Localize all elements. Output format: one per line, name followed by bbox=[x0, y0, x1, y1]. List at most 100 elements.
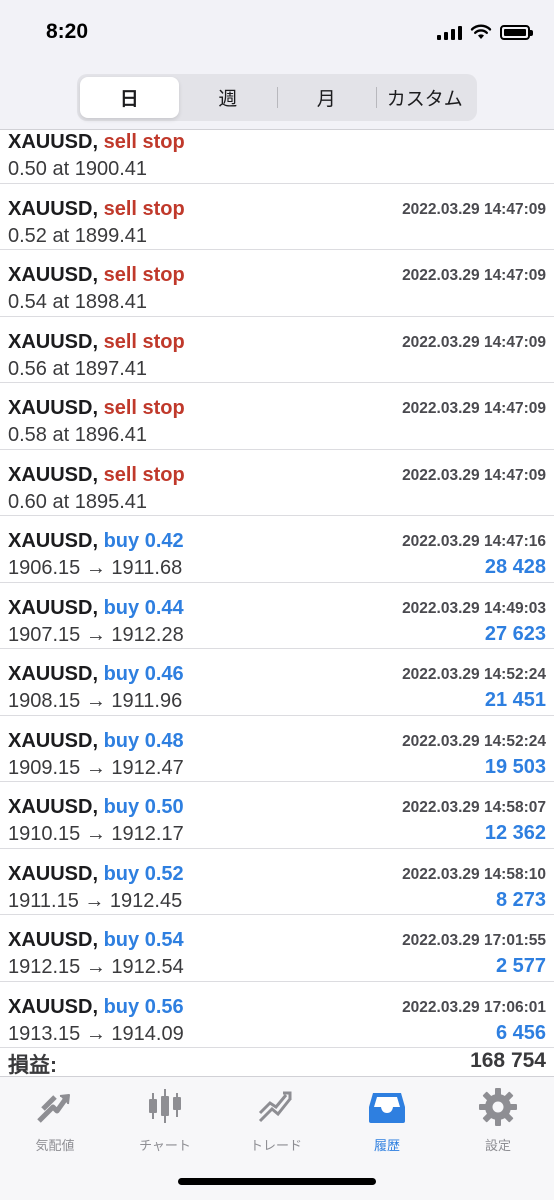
segment-custom[interactable]: カスタム bbox=[375, 77, 475, 118]
order-time: 2022.03.29 14:47:16 bbox=[402, 533, 546, 550]
order-type: sell stop bbox=[103, 330, 185, 353]
order-detail: 0.58 at 1896.41 bbox=[8, 424, 148, 446]
order-symbol: XAUUSD, bbox=[8, 463, 99, 486]
order-detail: 0.60 at 1895.41 bbox=[8, 490, 148, 513]
order-symbol: XAUUSD, bbox=[8, 397, 99, 419]
order-type: sell stop bbox=[103, 264, 185, 286]
history-icon bbox=[369, 1093, 405, 1123]
order-detail: 0.50 at 1900.41 bbox=[8, 158, 148, 180]
status-time: 8:20 bbox=[46, 20, 89, 43]
profit-summary-label: 損益: bbox=[8, 1054, 57, 1077]
order-title: XAUUSD, sell stop bbox=[8, 331, 185, 354]
order-profit: 21 451 bbox=[484, 689, 546, 711]
tab-quotes-label: 気配値 bbox=[35, 1138, 75, 1153]
order-time: 2022.03.29 14:47:09 bbox=[402, 466, 546, 484]
order-type: buy 0.46 bbox=[103, 663, 184, 685]
history-row[interactable]: XAUUSD, buy 0.46 2022.03.29 14:52:24 1908.… bbox=[0, 649, 554, 716]
order-symbol: XAUUSD, bbox=[8, 729, 99, 752]
order-title: XAUUSD, buy 0.42 bbox=[8, 530, 184, 553]
tab-history[interactable]: 履歴 bbox=[332, 1087, 442, 1159]
history-row[interactable]: XAUUSD, buy 0.54 2022.03.29 17:01:55 1912.… bbox=[0, 915, 554, 982]
history-row[interactable]: XAUUSD, sell stop 2022.03.29 14:47:09 0.60… bbox=[0, 450, 554, 516]
order-profit: 19 503 bbox=[484, 755, 546, 778]
order-symbol: XAUUSD, bbox=[8, 796, 99, 818]
order-time: 2022.03.29 17:01:55 bbox=[402, 932, 546, 949]
order-detail: 1907.15 → 1912.28 bbox=[8, 623, 184, 646]
profit-summary: 損益: 168 754 bbox=[0, 1043, 554, 1077]
order-title: XAUUSD, sell stop bbox=[8, 397, 185, 420]
order-title: XAUUSD, buy 0.44 bbox=[8, 597, 184, 620]
order-profit: 12 362 bbox=[484, 822, 546, 844]
order-time: 2022.03.29 14:52:24 bbox=[402, 666, 546, 683]
history-list[interactable]: XAUUSD, sell stop 0.50 at 1900.41 XAUUSD, … bbox=[0, 131, 554, 1076]
history-row[interactable]: XAUUSD, buy 0.48 2022.03.29 14:52:24 1909.… bbox=[0, 716, 554, 782]
history-row[interactable]: XAUUSD, sell stop 2022.03.29 14:47:09 0.54… bbox=[0, 250, 554, 317]
tab-history-label: 履歴 bbox=[373, 1138, 400, 1153]
tab-chart[interactable]: チャート bbox=[110, 1087, 220, 1159]
order-detail: 1910.15 → 1912.17 bbox=[8, 823, 184, 845]
cellular-signal-icon bbox=[437, 24, 462, 40]
home-indicator bbox=[178, 1178, 376, 1185]
order-detail: 1912.15 → 1912.54 bbox=[8, 956, 184, 978]
order-type: buy 0.48 bbox=[103, 729, 184, 752]
order-time: 2022.03.29 14:47:09 bbox=[402, 400, 546, 417]
segment-day[interactable]: 日 bbox=[80, 77, 179, 118]
history-row[interactable]: XAUUSD, buy 0.42 2022.03.29 14:47:16 1906.… bbox=[0, 516, 554, 583]
order-symbol: XAUUSD, bbox=[8, 596, 99, 619]
history-row[interactable]: XAUUSD, sell stop 2022.03.29 14:47:09 0.52… bbox=[0, 184, 554, 250]
tab-trade[interactable]: トレード bbox=[221, 1087, 331, 1159]
order-time: 2022.03.29 14:47:09 bbox=[402, 200, 546, 218]
battery-icon bbox=[500, 24, 533, 40]
order-title: XAUUSD, sell stop bbox=[8, 198, 185, 221]
history-row[interactable]: XAUUSD, buy 0.44 2022.03.29 14:49:03 1907.… bbox=[0, 583, 554, 649]
order-symbol: XAUUSD, bbox=[8, 929, 99, 951]
order-type: sell stop bbox=[103, 131, 185, 153]
order-symbol: XAUUSD, bbox=[8, 131, 99, 153]
order-profit: 8 273 bbox=[495, 888, 546, 911]
order-type: buy 0.56 bbox=[103, 995, 184, 1018]
order-symbol: XAUUSD, bbox=[8, 530, 99, 552]
order-symbol: XAUUSD, bbox=[8, 663, 99, 685]
order-type: sell stop bbox=[103, 397, 185, 419]
period-selector-bar: 日 週 月 カスタム bbox=[0, 70, 554, 130]
tab-quotes[interactable]: 気配値 bbox=[0, 1087, 110, 1159]
order-type: buy 0.42 bbox=[103, 530, 184, 552]
order-type: buy 0.50 bbox=[103, 796, 184, 818]
order-title: XAUUSD, buy 0.56 bbox=[8, 996, 184, 1019]
segment-week[interactable]: 週 bbox=[179, 77, 278, 118]
tab-settings[interactable]: 設定 bbox=[443, 1087, 553, 1159]
history-row[interactable]: XAUUSD, sell stop 0.50 at 1900.41 bbox=[0, 131, 554, 184]
chart-icon bbox=[149, 1089, 181, 1123]
order-time: 2022.03.29 14:49:03 bbox=[402, 599, 546, 617]
order-time: 2022.03.29 14:47:09 bbox=[402, 267, 546, 284]
order-symbol: XAUUSD, bbox=[8, 995, 99, 1018]
order-type: buy 0.44 bbox=[103, 596, 184, 619]
history-row[interactable]: XAUUSD, buy 0.50 2022.03.29 14:58:07 1910.… bbox=[0, 782, 554, 849]
order-detail: 0.56 at 1897.41 bbox=[8, 357, 148, 380]
order-title: XAUUSD, sell stop bbox=[8, 131, 185, 154]
order-symbol: XAUUSD, bbox=[8, 330, 99, 353]
order-title: XAUUSD, buy 0.48 bbox=[8, 730, 184, 753]
history-row[interactable]: XAUUSD, buy 0.52 2022.03.29 14:58:10 1911.… bbox=[0, 849, 554, 915]
order-symbol: XAUUSD, bbox=[8, 197, 99, 220]
order-profit: 28 428 bbox=[484, 556, 546, 578]
order-profit: 6 456 bbox=[495, 1021, 546, 1044]
order-title: XAUUSD, buy 0.46 bbox=[8, 663, 184, 686]
order-type: sell stop bbox=[103, 197, 185, 220]
order-detail: 0.54 at 1898.41 bbox=[8, 291, 148, 313]
history-row[interactable]: XAUUSD, sell stop 2022.03.29 14:47:09 0.56… bbox=[0, 317, 554, 383]
order-detail: 1911.15 → 1912.45 bbox=[8, 889, 183, 912]
settings-icon bbox=[479, 1088, 517, 1126]
segment-month[interactable]: 月 bbox=[277, 77, 376, 118]
tab-chart-label: チャート bbox=[139, 1138, 191, 1153]
order-symbol: XAUUSD, bbox=[8, 264, 99, 286]
order-detail: 1909.15 → 1912.47 bbox=[8, 756, 184, 779]
tab-settings-label: 設定 bbox=[484, 1138, 511, 1153]
wifi-icon bbox=[470, 24, 492, 39]
order-type: sell stop bbox=[103, 463, 185, 486]
period-segmented-control: 日 週 月 カスタム bbox=[77, 74, 477, 121]
history-row[interactable]: XAUUSD, buy 0.56 2022.03.29 17:06:01 1913.… bbox=[0, 982, 554, 1048]
history-rows: XAUUSD, sell stop 0.50 at 1900.41 XAUUSD, … bbox=[0, 131, 554, 1048]
quotes-icon bbox=[37, 1094, 70, 1123]
history-row[interactable]: XAUUSD, sell stop 2022.03.29 14:47:09 0.58… bbox=[0, 383, 554, 450]
